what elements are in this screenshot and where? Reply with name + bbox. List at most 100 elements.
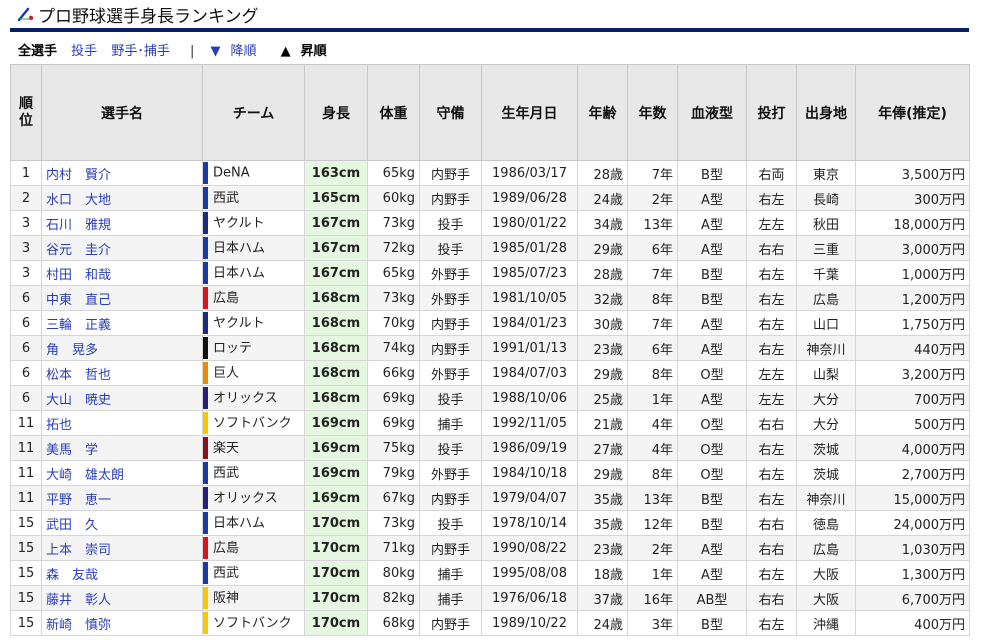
player-name-link[interactable]: 平野 恵一 bbox=[41, 485, 203, 511]
team-cell: 広島 bbox=[202, 535, 305, 561]
birthdate-cell: 1984/10/18 bbox=[481, 460, 578, 486]
player-name-link[interactable]: 中東 直己 bbox=[41, 285, 203, 311]
bat-throw-cell: 左左 bbox=[746, 385, 797, 411]
bat-throw-cell: 右左 bbox=[746, 485, 797, 511]
salary-cell: 6,700万円 bbox=[855, 585, 970, 611]
player-name-link[interactable]: 新崎 慎弥 bbox=[41, 610, 203, 636]
birthdate-cell: 1989/06/28 bbox=[481, 185, 578, 211]
team-name: ソフトバンク bbox=[213, 415, 292, 431]
team-name: 阪神 bbox=[213, 590, 240, 606]
player-name-link[interactable]: 松本 哲也 bbox=[41, 360, 203, 386]
age-cell: 24歳 bbox=[577, 185, 628, 211]
sort-desc-link[interactable]: ▼ 降順 bbox=[211, 44, 267, 59]
player-name-link[interactable]: 村田 和哉 bbox=[41, 260, 203, 286]
weight-cell: 69kg bbox=[367, 385, 420, 411]
salary-cell: 1,750万円 bbox=[855, 310, 970, 336]
salary-cell: 1,300万円 bbox=[855, 560, 970, 586]
hometown-cell: 千葉 bbox=[796, 260, 856, 286]
player-name-link[interactable]: 美馬 学 bbox=[41, 435, 203, 461]
years-cell: 8年 bbox=[627, 460, 678, 486]
birthdate-cell: 1992/11/05 bbox=[481, 410, 578, 436]
position-cell: 内野手 bbox=[419, 485, 482, 511]
hometown-cell: 大分 bbox=[796, 410, 856, 436]
weight-cell: 60kg bbox=[367, 185, 420, 211]
table-body: 1 内村 賢介 DeNA 163cm 65kg 内野手 1986/03/17 28歳 7年 B型右… bbox=[10, 160, 970, 636]
salary-cell: 15,000万円 bbox=[855, 485, 970, 511]
team-color-bar bbox=[203, 512, 208, 535]
player-name-link[interactable]: 角 晃多 bbox=[41, 335, 203, 361]
team-cell: DeNA bbox=[202, 160, 305, 186]
position-cell: 内野手 bbox=[419, 310, 482, 336]
weight-cell: 65kg bbox=[367, 260, 420, 286]
player-name-link[interactable]: 上本 崇司 bbox=[41, 535, 203, 561]
table-row: 6 松本 哲也 巨人 168cm 66kg 外野手 1984/07/03 29歳 8年 O型 左左山… bbox=[10, 360, 970, 386]
player-name-link[interactable]: 大崎 雄太朗 bbox=[41, 460, 203, 486]
table-row: 11 拓也 ソフトバンク 169cm 69kg 捕手 1992/11/05 21歳 4年 O型 右右… bbox=[10, 410, 970, 436]
rank-cell: 11 bbox=[10, 460, 42, 486]
birthdate-cell: 1995/08/08 bbox=[481, 560, 578, 586]
col-header: 守備 bbox=[419, 64, 482, 161]
table-row: 15 森 友哉 西武 170cm 80kg 捕手 1995/08/08 18歳 1年 A型 右左 大阪… bbox=[10, 560, 970, 586]
team-cell: 日本ハム bbox=[202, 235, 305, 261]
rank-cell: 11 bbox=[10, 435, 42, 461]
table-row: 11 美馬 学楽天 169cm 75kg 投手 1986/09/19 27歳 4年 O型 右左 茨城… bbox=[10, 435, 970, 461]
height-cell: 167cm bbox=[304, 260, 368, 286]
birthdate-cell: 1985/07/23 bbox=[481, 260, 578, 286]
height-cell: 169cm bbox=[304, 485, 368, 511]
player-name-link[interactable]: 谷元 圭介 bbox=[41, 235, 203, 261]
team-cell: 広島 bbox=[202, 285, 305, 311]
table-row: 15 武田 久日本ハム 170cm 73kg 投手 1978/10/14 35歳 12年 B型右… bbox=[10, 510, 970, 536]
blood-type-cell: A型 bbox=[677, 535, 747, 561]
years-cell: 13年 bbox=[627, 485, 678, 511]
blood-type-cell: A型 bbox=[677, 385, 747, 411]
filter-pitchers-link[interactable]: 投手 bbox=[71, 44, 97, 59]
team-cell: 西武 bbox=[202, 460, 305, 486]
team-name: 西武 bbox=[213, 190, 240, 206]
weight-cell: 69kg bbox=[367, 410, 420, 436]
hometown-cell: 沖縄 bbox=[796, 610, 856, 636]
position-cell: 投手 bbox=[419, 385, 482, 411]
salary-cell: 3,500万円 bbox=[855, 160, 970, 186]
filter-all[interactable]: 全選手 bbox=[18, 44, 57, 59]
weight-cell: 73kg bbox=[367, 510, 420, 536]
salary-cell: 300万円 bbox=[855, 185, 970, 211]
player-name-link[interactable]: 大山 暁史 bbox=[41, 385, 203, 411]
team-color-bar bbox=[203, 537, 208, 560]
hometown-cell: 長崎 bbox=[796, 185, 856, 211]
hometown-cell: 茨城 bbox=[796, 435, 856, 461]
table-header-row: 順位 選手名 チーム 身長 体重 守備 生年月日 年齢 年数 血液型 投打 出身… bbox=[10, 64, 970, 161]
height-cell: 170cm bbox=[304, 535, 368, 561]
player-name-link[interactable]: 三輪 正義 bbox=[41, 310, 203, 336]
filter-fielders-link[interactable]: 野手･捕手 bbox=[111, 44, 170, 59]
bat-throw-cell: 右右 bbox=[746, 535, 797, 561]
salary-cell: 1,000万円 bbox=[855, 260, 970, 286]
sort-asc-current: ▲ 昇順 bbox=[281, 44, 337, 59]
team-cell: ロッテ bbox=[202, 335, 305, 361]
rank-cell: 6 bbox=[10, 335, 42, 361]
team-name: ヤクルト bbox=[213, 315, 265, 331]
weight-cell: 65kg bbox=[367, 160, 420, 186]
blood-type-cell: O型 bbox=[677, 460, 747, 486]
player-name-link[interactable]: 内村 賢介 bbox=[41, 160, 203, 186]
blood-type-cell: AB型 bbox=[677, 585, 747, 611]
player-name-link[interactable]: 水口 大地 bbox=[41, 185, 203, 211]
blood-type-cell: A型 bbox=[677, 185, 747, 211]
table-row: 3 谷元 圭介 日本ハム 167cm 72kg 投手 1985/01/28 29歳 6年 A型 右右… bbox=[10, 235, 970, 261]
player-name-link[interactable]: 森 友哉 bbox=[41, 560, 203, 586]
team-name: 広島 bbox=[213, 290, 240, 306]
team-cell: 日本ハム bbox=[202, 510, 305, 536]
bat-throw-cell: 左左 bbox=[746, 360, 797, 386]
player-name-link[interactable]: 拓也 bbox=[41, 410, 203, 436]
team-color-bar bbox=[203, 237, 208, 260]
col-header: 出身地 bbox=[796, 64, 856, 161]
player-name-link[interactable]: 武田 久 bbox=[41, 510, 203, 536]
salary-cell: 18,000万円 bbox=[855, 210, 970, 236]
player-name-link[interactable]: 石川 雅規 bbox=[41, 210, 203, 236]
position-cell: 内野手 bbox=[419, 160, 482, 186]
salary-cell: 3,200万円 bbox=[855, 360, 970, 386]
sort-asc-label: 昇順 bbox=[300, 44, 327, 59]
bat-throw-cell: 右左 bbox=[746, 610, 797, 636]
page-header: プロ野球選手身長ランキング bbox=[0, 0, 982, 28]
team-color-bar bbox=[203, 587, 208, 610]
player-name-link[interactable]: 藤井 彰人 bbox=[41, 585, 203, 611]
